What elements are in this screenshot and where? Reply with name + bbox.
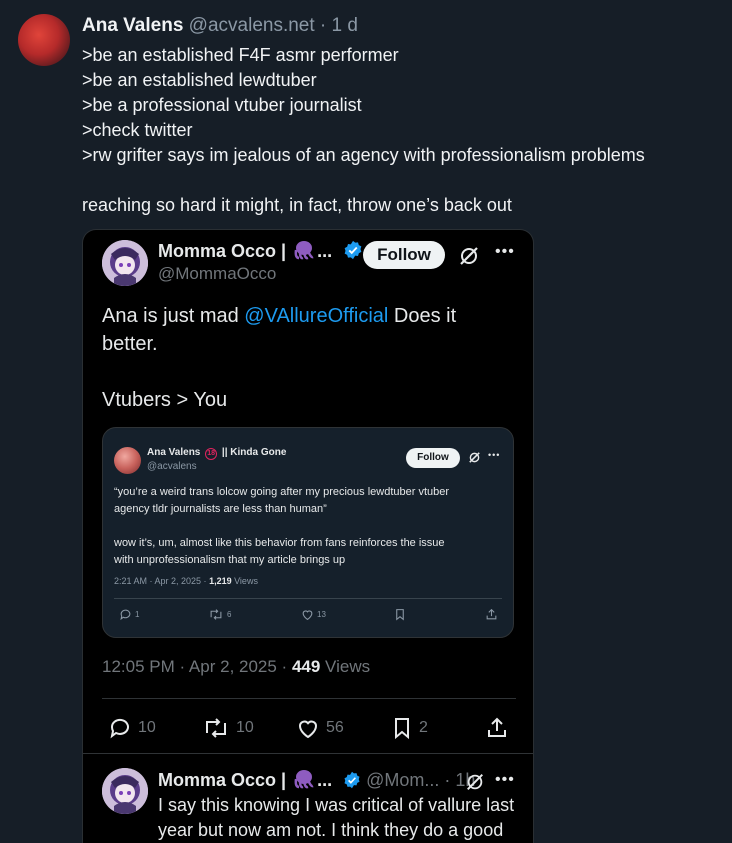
post-time[interactable]: · 1 d [320, 15, 358, 36]
mention-link[interactable]: @VAllureOfficial [244, 305, 388, 327]
body-text: better. [102, 333, 158, 355]
quoted-actions: 1 6 13 [103, 608, 513, 628]
reply-icon [110, 718, 129, 739]
post-line: >rw grifter says im jealous of an agency… [82, 145, 645, 165]
reply-text: I say this knowing I was critical of val… [158, 793, 528, 843]
follow-button[interactable]: Follow [363, 241, 445, 269]
views-label: Views [320, 657, 371, 676]
views-count: 449 [291, 657, 321, 676]
like-button[interactable]: 56 [296, 713, 344, 743]
body-text: Ana is just mad [102, 305, 245, 327]
tweet-actions: 10 10 56 2 [83, 713, 533, 743]
reply-icon [120, 609, 131, 621]
embedded-screenshot[interactable]: Momma Occo | ... @MommaOcco Follow ••• A… [82, 229, 534, 843]
post-text: >be an established F4F asmr performer >b… [82, 43, 722, 218]
quoter-name[interactable]: Momma Occo | ... [158, 240, 363, 262]
bookmark-icon [396, 609, 404, 621]
bookmark-icon [395, 718, 409, 740]
post-header: Ana Valens @acvalens.net · 1 d [82, 15, 358, 37]
more-icon: ••• [488, 450, 501, 460]
post-line: >be an established F4F asmr performer [82, 45, 399, 65]
repost-icon [210, 609, 222, 620]
post-line: >be a professional vtuber journalist [82, 95, 362, 115]
tweet-time[interactable]: 12:05 PM · Apr 2, 2025 · [102, 657, 292, 676]
like-icon [298, 720, 318, 739]
quoted-line [114, 518, 504, 535]
reply-line: year but now am not. I think they do a g… [158, 820, 504, 840]
reply-action: 1 [119, 608, 139, 621]
reply-name[interactable]: Momma Occo | [158, 770, 286, 790]
tweet-meta: 12:05 PM · Apr 2, 2025 · 449 Views [102, 657, 370, 677]
author-avatar[interactable] [18, 14, 70, 66]
more-icon[interactable]: ••• [495, 243, 515, 261]
bookmark-action [394, 608, 406, 621]
post-closing-line: reaching so hard it might, in fact, thro… [82, 195, 512, 215]
post-line: >check twitter [82, 120, 193, 140]
quoted-tweet[interactable]: Ana Valens 18 || Kinda Gone @acvalens Fo… [102, 427, 514, 638]
age-badge-icon: 18 [205, 448, 218, 460]
verified-icon [344, 771, 360, 789]
repost-action: 6 [208, 608, 231, 621]
share-action [485, 608, 498, 621]
like-icon [302, 610, 313, 621]
octopus-emoji-icon [294, 241, 314, 260]
quoted-meta: 2:21 AM · Apr 2, 2025 · 1,219 Views [114, 576, 258, 586]
occo-avatar [102, 240, 148, 286]
grok-icon [468, 451, 481, 469]
octopus-emoji-icon [294, 770, 314, 789]
more-icon[interactable]: ••• [495, 771, 515, 789]
share-button[interactable] [485, 713, 509, 743]
author-name[interactable]: Ana Valens [82, 15, 183, 36]
bookmark-button[interactable]: 2 [391, 713, 428, 743]
quoted-handle: @acvalens [147, 461, 197, 472]
quoted-line: with unprofessionalism that my article b… [114, 554, 346, 566]
body-text: Does it [388, 305, 457, 327]
reply-line: I say this knowing I was critical of val… [158, 795, 515, 815]
verified-icon [344, 240, 362, 260]
reply-handle[interactable]: @Mom... [366, 770, 439, 790]
quoted-line: agency tldr journalists are less than hu… [114, 503, 327, 515]
repost-icon [206, 718, 226, 738]
quote-tweet-body: Ana is just mad @VAllureOfficial Does it… [102, 302, 522, 414]
reply-button[interactable]: 10 [108, 713, 156, 743]
quoted-follow-button: Follow [406, 448, 460, 468]
divider [83, 753, 533, 754]
share-icon [488, 717, 506, 737]
repost-button[interactable]: 10 [202, 713, 254, 743]
quoted-line: “you’re a weird trans lolcow going after… [114, 486, 450, 498]
grok-icon[interactable] [458, 245, 480, 272]
quoted-name: Ana Valens 18 || Kinda Gone [147, 447, 287, 460]
quoted-avatar [114, 447, 141, 474]
share-icon [486, 608, 497, 620]
quoted-line: wow it’s, um, almost like this behavior … [114, 537, 445, 549]
reply-header: Momma Occo | ... @Mom... · 1h [158, 770, 476, 790]
reply-avatar [102, 768, 148, 814]
post-line: >be an established lewdtuber [82, 70, 317, 90]
divider [102, 698, 516, 699]
like-action: 13 [301, 608, 326, 621]
body-text: Vtubers > You [102, 389, 228, 411]
quoter-handle[interactable]: @MommaOcco [158, 264, 276, 284]
quoted-text: “you’re a weird trans lolcow going after… [114, 484, 504, 569]
author-handle[interactable]: @acvalens.net [189, 15, 315, 36]
divider [114, 598, 502, 599]
